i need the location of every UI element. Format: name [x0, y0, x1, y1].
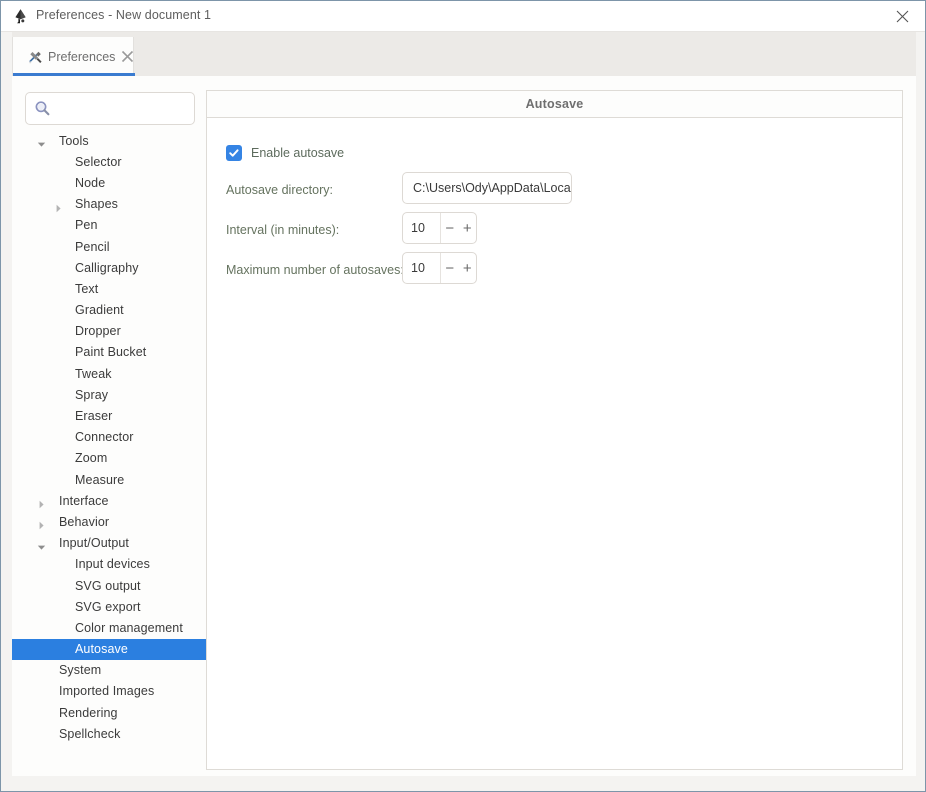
tree-item-label: Paint Bucket: [75, 345, 147, 360]
autosave-directory-value: C:\Users\Ody\AppData\Loca: [413, 181, 571, 195]
tree-item-spellcheck[interactable]: Spellcheck: [12, 723, 206, 744]
enable-autosave-label: Enable autosave: [251, 146, 345, 160]
tree-item-label: Color management: [75, 620, 183, 635]
tree-item-autosave[interactable]: Autosave: [12, 638, 206, 660]
max-autosaves-increment-button[interactable]: +: [459, 253, 477, 283]
tree-item-svg-export[interactable]: SVG export: [12, 596, 206, 617]
tree-item-interface[interactable]: Interface: [12, 490, 206, 511]
tree-item-label: Text: [75, 281, 99, 296]
tree-item-pencil[interactable]: Pencil: [12, 236, 206, 257]
tree-item-label: Input devices: [75, 557, 150, 572]
enable-autosave-checkbox-row[interactable]: Enable autosave: [226, 145, 344, 161]
autosave-directory-input[interactable]: C:\Users\Ody\AppData\Loca: [402, 172, 572, 204]
tree-item-measure[interactable]: Measure: [12, 469, 206, 490]
tree-item-tools[interactable]: Tools: [12, 130, 206, 151]
tree-item-label: Dropper: [75, 324, 121, 339]
tree-item-shapes[interactable]: Shapes: [12, 194, 206, 215]
panel-title: Autosave: [525, 97, 584, 111]
chevron-down-icon[interactable]: [37, 539, 46, 550]
tree-item-label: Spellcheck: [59, 726, 121, 741]
chevron-down-icon[interactable]: [37, 136, 46, 147]
search-icon: [34, 100, 51, 117]
tab-label: Preferences: [48, 49, 116, 64]
interval-label: Interval (in minutes):: [226, 223, 340, 237]
preferences-body: Tools Selector Node Shapes Pen Pencil Calligra…: [12, 76, 916, 776]
enable-autosave-checkbox[interactable]: [226, 145, 242, 161]
max-autosaves-label: Maximum number of autosaves:: [226, 263, 404, 277]
tree-item-label: SVG export: [75, 599, 141, 614]
tree-item-dropper[interactable]: Dropper: [12, 321, 206, 342]
interval-increment-button[interactable]: +: [459, 213, 477, 243]
tree-item-selector[interactable]: Selector: [12, 151, 206, 172]
inkscape-logo-icon: [12, 8, 29, 25]
tree-item-label: Spray: [75, 387, 109, 402]
tree-item-system[interactable]: System: [12, 660, 206, 681]
tree-item-label: Gradient: [75, 303, 124, 318]
tree-item-label: Tools: [59, 133, 89, 148]
tree-item-label: System: [59, 663, 102, 678]
tree-item-label: Pen: [75, 218, 98, 233]
preferences-window: Preferences - New document 1 Preferences: [0, 0, 926, 792]
tree-item-label: Rendering: [59, 705, 118, 720]
autosave-panel: Autosave Enable autosave Autosave direct…: [206, 90, 903, 770]
tree-item-label: Eraser: [75, 409, 113, 424]
window-close-icon[interactable]: [879, 1, 925, 31]
interval-value[interactable]: 10: [403, 213, 441, 243]
max-autosaves-stepper[interactable]: 10 − +: [402, 252, 477, 284]
panel-header: Autosave: [207, 91, 902, 118]
interval-decrement-button[interactable]: −: [441, 213, 459, 243]
max-autosaves-decrement-button[interactable]: −: [441, 253, 459, 283]
tree-item-label: Input/Output: [59, 536, 129, 551]
interval-stepper[interactable]: 10 − +: [402, 212, 477, 244]
tab-close-icon[interactable]: [121, 50, 134, 63]
search-input[interactable]: [56, 101, 176, 116]
tree-item-imported-images[interactable]: Imported Images: [12, 681, 206, 702]
chevron-right-icon[interactable]: [37, 517, 46, 530]
window-title: Preferences - New document 1: [36, 8, 212, 22]
tree-item-calligraphy[interactable]: Calligraphy: [12, 257, 206, 278]
autosave-directory-label: Autosave directory:: [226, 183, 333, 197]
tab-strip: [12, 32, 916, 76]
tree-item-input-devices[interactable]: Input devices: [12, 554, 206, 575]
tree-item-eraser[interactable]: Eraser: [12, 405, 206, 426]
tree-item-gradient[interactable]: Gradient: [12, 300, 206, 321]
chevron-right-icon[interactable]: [37, 496, 46, 509]
tree-item-label: Imported Images: [59, 684, 155, 699]
tree-item-input-output[interactable]: Input/Output: [12, 533, 206, 554]
tree-item-behavior[interactable]: Behavior: [12, 511, 206, 532]
chevron-right-icon[interactable]: [54, 200, 63, 212]
max-autosaves-value[interactable]: 10: [403, 253, 441, 283]
tree-item-label: Measure: [75, 472, 125, 487]
tree-item-paint-bucket[interactable]: Paint Bucket: [12, 342, 206, 363]
tree-item-spray[interactable]: Spray: [12, 384, 206, 405]
tree-item-label: Tweak: [75, 366, 112, 381]
title-bar: Preferences - New document 1: [1, 1, 925, 32]
tree-item-svg-output[interactable]: SVG output: [12, 575, 206, 596]
tree-item-label: SVG output: [75, 578, 141, 593]
tree-item-color-management[interactable]: Color management: [12, 617, 206, 638]
tree-item-label: Interface: [59, 493, 109, 508]
tree-item-label: Behavior: [59, 514, 110, 529]
tree-item-label: Zoom: [75, 451, 108, 466]
tree-item-node[interactable]: Node: [12, 172, 206, 193]
tree-item-text[interactable]: Text: [12, 278, 206, 299]
tree-item-label: Pencil: [75, 239, 110, 254]
tree-item-pen[interactable]: Pen: [12, 215, 206, 236]
tree-item-label: Selector: [75, 154, 122, 169]
tree-item-label: Connector: [75, 430, 134, 445]
tree-item-tweak[interactable]: Tweak: [12, 363, 206, 384]
search-box[interactable]: [25, 92, 195, 125]
tree-item-label: Autosave: [75, 642, 128, 657]
tree-item-label: Shapes: [75, 197, 118, 212]
tree-item-zoom[interactable]: Zoom: [12, 448, 206, 469]
tree-item-connector[interactable]: Connector: [12, 427, 206, 448]
tree-item-label: Node: [75, 175, 106, 190]
tree-item-rendering[interactable]: Rendering: [12, 702, 206, 723]
tab-preferences[interactable]: Preferences: [12, 37, 135, 76]
preferences-tools-icon: [27, 49, 43, 65]
tree-item-label: Calligraphy: [75, 260, 139, 275]
preferences-tree[interactable]: Tools Selector Node Shapes Pen Pencil Calligra…: [12, 130, 206, 770]
